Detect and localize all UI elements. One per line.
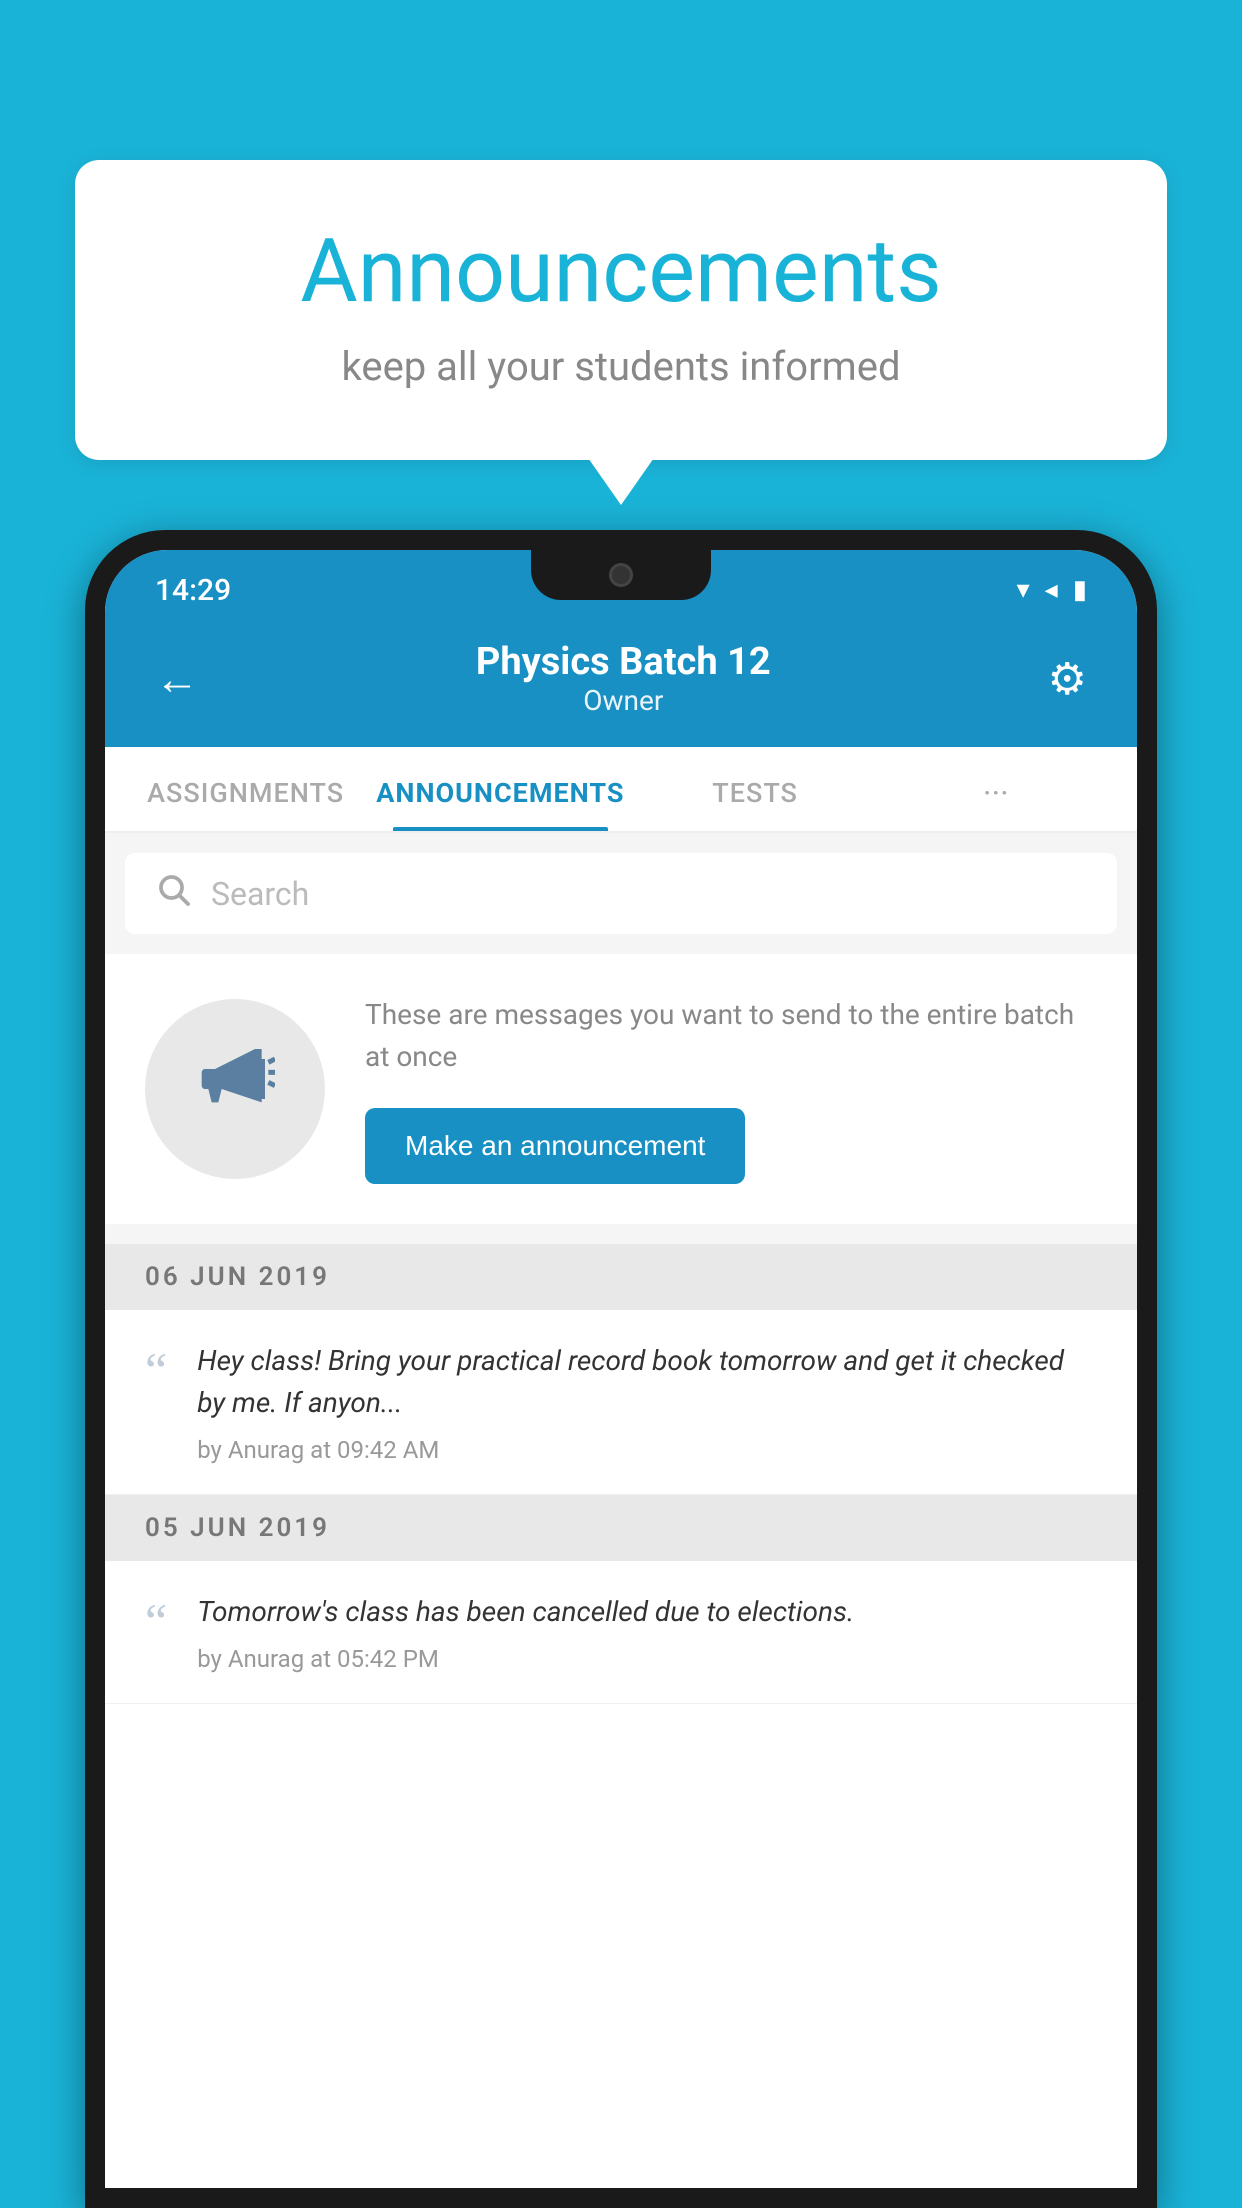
status-icons: ▾ ◂ ▮ xyxy=(1017,575,1087,605)
settings-icon[interactable]: ⚙ xyxy=(1048,653,1087,705)
bubble-title: Announcements xyxy=(155,220,1087,323)
announcement-meta-2: by Anurag at 05:42 PM xyxy=(197,1645,1097,1673)
status-time: 14:29 xyxy=(155,573,231,608)
date-separator-1: 06 JUN 2019 xyxy=(105,1244,1137,1310)
back-button[interactable]: ← xyxy=(155,653,199,705)
speech-bubble-container: Announcements keep all your students inf… xyxy=(75,160,1167,460)
announcement-text-1: Hey class! Bring your practical record b… xyxy=(197,1340,1097,1424)
quote-icon-1: “ xyxy=(145,1345,167,1395)
make-announcement-button[interactable]: Make an announcement xyxy=(365,1108,745,1184)
header-title: Physics Batch 12 xyxy=(476,640,771,684)
tab-assignments[interactable]: ASSIGNMENTS xyxy=(125,747,366,831)
phone-notch xyxy=(531,550,711,600)
wifi-icon: ▾ xyxy=(1017,575,1030,605)
app-header: ← Physics Batch 12 Owner ⚙ xyxy=(105,620,1137,747)
speech-bubble: Announcements keep all your students inf… xyxy=(75,160,1167,460)
announcement-item-2[interactable]: “ Tomorrow's class has been cancelled du… xyxy=(105,1561,1137,1704)
content-area: Search These are m xyxy=(105,833,1137,1704)
announcement-content-2: Tomorrow's class has been cancelled due … xyxy=(197,1591,1097,1673)
megaphone-icon xyxy=(195,1039,275,1139)
date-separator-2: 05 JUN 2019 xyxy=(105,1495,1137,1561)
announcement-content-1: Hey class! Bring your practical record b… xyxy=(197,1340,1097,1464)
camera-dot xyxy=(609,563,633,587)
announcement-meta-1: by Anurag at 09:42 AM xyxy=(197,1436,1097,1464)
announcement-item-1[interactable]: “ Hey class! Bring your practical record… xyxy=(105,1310,1137,1495)
quote-icon-2: “ xyxy=(145,1596,167,1646)
prompt-description: These are messages you want to send to t… xyxy=(365,994,1097,1078)
tab-announcements[interactable]: ANNOUNCEMENTS xyxy=(366,747,634,831)
search-placeholder: Search xyxy=(211,875,309,913)
phone-frame: 14:29 ▾ ◂ ▮ ← Physics Batch 12 Owner ⚙ A… xyxy=(85,530,1157,2208)
signal-icon: ◂ xyxy=(1045,575,1058,605)
bubble-subtitle: keep all your students informed xyxy=(155,343,1087,390)
tabs-bar: ASSIGNMENTS ANNOUNCEMENTS TESTS ··· xyxy=(105,747,1137,833)
tab-tests[interactable]: TESTS xyxy=(634,747,875,831)
announcement-text-2: Tomorrow's class has been cancelled due … xyxy=(197,1591,1097,1633)
battery-icon: ▮ xyxy=(1073,575,1087,605)
prompt-right: These are messages you want to send to t… xyxy=(365,994,1097,1184)
tab-more[interactable]: ··· xyxy=(876,747,1117,831)
megaphone-circle xyxy=(145,999,325,1179)
search-icon xyxy=(155,871,191,916)
announcement-prompt: These are messages you want to send to t… xyxy=(105,954,1137,1224)
search-bar[interactable]: Search xyxy=(125,853,1117,934)
header-subtitle: Owner xyxy=(476,684,771,717)
phone-inner: 14:29 ▾ ◂ ▮ ← Physics Batch 12 Owner ⚙ A… xyxy=(105,550,1137,2188)
header-title-group: Physics Batch 12 Owner xyxy=(476,640,771,717)
